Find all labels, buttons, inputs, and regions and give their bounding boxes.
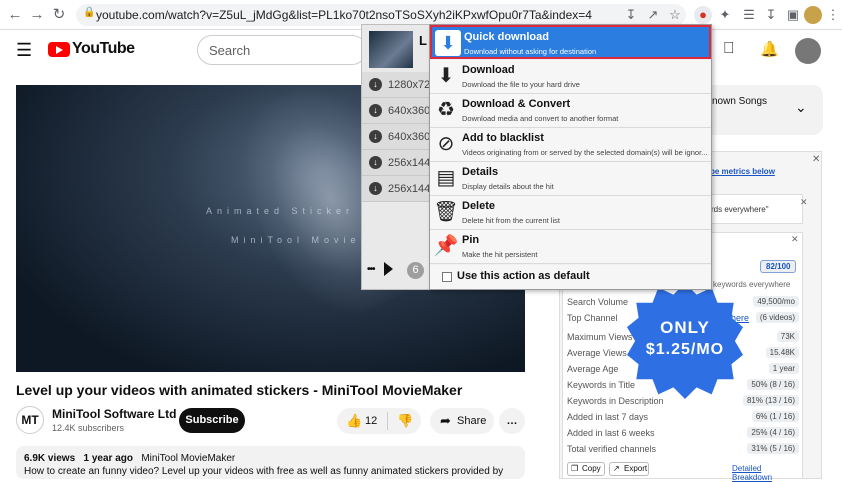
channel-name[interactable]: MiniTool Software Ltd: [52, 407, 176, 421]
download-arrow-icon: ↓: [369, 130, 382, 143]
extensions-puzzle-icon[interactable]: ✦: [716, 6, 734, 24]
hit-count-badge: 6: [407, 262, 424, 279]
share-page-icon[interactable]: ↗: [644, 6, 662, 24]
default-action-label: Use this action as default: [457, 270, 590, 282]
menu-item-quick-download[interactable]: ⬇ Quick download Download without asking…: [430, 25, 711, 59]
lock-icon: 🔒: [83, 7, 96, 18]
subscriber-count: 12.4K subscribers: [52, 423, 125, 433]
score-badge: 82/100: [760, 260, 797, 273]
keywords-chip: rds everywhere": [708, 194, 803, 224]
default-action-checkbox[interactable]: [442, 272, 452, 282]
menu-item-delete[interactable]: 🗑 Delete Delete hit from the current lis…: [430, 196, 711, 230]
hamburger-menu-icon[interactable]: ☰: [16, 40, 32, 61]
like-icon[interactable]: 👍: [346, 408, 362, 434]
subscribe-button[interactable]: Subscribe: [179, 408, 245, 433]
metric-row: Added in last 6 weeks 25% (4 / 16): [567, 426, 799, 442]
copy-button[interactable]: ❐ Copy: [567, 462, 605, 476]
search-input[interactable]: Search: [197, 35, 367, 65]
queue-icon[interactable]: ☰: [740, 6, 758, 24]
address-bar[interactable]: 🔒 youtube.com/watch?v=Z5uL_jMdGg&list=PL…: [76, 4, 686, 26]
more-actions-button[interactable]: …: [499, 408, 525, 434]
account-avatar[interactable]: [795, 38, 821, 64]
menu-item-details[interactable]: ▤ Details Display details about the hit: [430, 162, 711, 196]
metric-row: Added in last 7 days 6% (1 / 16): [567, 410, 799, 426]
hit-title-initial: L: [419, 33, 427, 48]
install-icon[interactable]: ↧: [622, 6, 640, 24]
download-hit-row[interactable]: ↓ 1280x72: [362, 72, 434, 98]
video-overlay-text-1: Animated Sticker: [206, 206, 355, 216]
more-options-icon[interactable]: •••: [367, 264, 375, 275]
youtube-logo-icon[interactable]: [48, 42, 70, 57]
bookmark-star-icon[interactable]: ☆: [666, 6, 684, 24]
share-button[interactable]: ➦ Share: [430, 408, 494, 434]
create-video-icon[interactable]: ⎕: [724, 40, 734, 58]
back-icon[interactable]: ←: [6, 6, 24, 24]
playlist-title: known Songs: [707, 96, 768, 107]
download-hit-row[interactable]: ↓ 256x144: [362, 176, 434, 202]
download-arrow-icon: ↓: [369, 104, 382, 117]
menu-item-download[interactable]: ⬇ Download Download the file to your har…: [430, 60, 711, 94]
download-icon: ⬇: [437, 65, 455, 87]
metric-row: Total verified channels 31% (5 / 16): [567, 442, 799, 458]
extension-downloader-icon[interactable]: ●: [694, 6, 712, 24]
share-icon: ➦: [440, 413, 451, 428]
profile-avatar[interactable]: [804, 6, 822, 24]
ke-tag: keywords everywhere: [713, 280, 791, 289]
export-button[interactable]: ↗ Export: [609, 462, 649, 476]
menu-item-pin[interactable]: 📌 Pin Make the hit persistent: [430, 230, 711, 264]
description-channel: MiniTool MovieMaker: [141, 453, 236, 464]
downloads-icon[interactable]: ↧: [762, 6, 780, 24]
download-hit-row[interactable]: ↓ 640x360: [362, 98, 434, 124]
url-text: youtube.com/watch?v=Z5uL_jMdGg&list=PL1k…: [96, 8, 592, 22]
pin-icon: 📌: [433, 235, 459, 257]
details-icon: ▤: [436, 167, 456, 189]
keywords-chip-text: rds everywhere": [711, 205, 769, 214]
menu-item-download-convert[interactable]: ♻ Download & Convert Download media and …: [430, 94, 711, 128]
sidebar-toggle-icon[interactable]: ▣: [784, 6, 802, 24]
chevron-down-icon[interactable]: ⌄: [795, 99, 807, 116]
download-hit-row[interactable]: ↓ 256x144: [362, 150, 434, 176]
play-arrow-icon[interactable]: [384, 262, 393, 276]
blacklist-icon: ⊘: [437, 133, 455, 155]
like-dislike-group: 👍 12 👎: [337, 408, 421, 434]
forward-icon[interactable]: →: [28, 6, 46, 24]
like-count: 12: [365, 415, 378, 427]
channel-avatar[interactable]: MT: [16, 406, 44, 434]
export-icon: ↗: [613, 464, 620, 473]
detailed-breakdown-link[interactable]: Detailed Breakdown: [732, 464, 802, 482]
copy-icon: ❐: [571, 464, 579, 473]
close-panel-icon[interactable]: ✕: [812, 154, 820, 165]
download-arrow-icon: ↓: [369, 156, 382, 169]
reload-icon[interactable]: ↻: [50, 6, 68, 24]
search-placeholder: Search: [209, 43, 251, 58]
notifications-bell-icon[interactable]: 🔔: [760, 40, 779, 58]
video-title: Level up your videos with animated stick…: [16, 382, 463, 398]
close-chip-icon[interactable]: ✕: [800, 197, 808, 208]
trash-icon: 🗑: [433, 201, 459, 223]
menu-item-add-to-blacklist[interactable]: ⊘ Add to blacklist Videos originating fr…: [430, 128, 711, 162]
description-meta: 6.9K views 1 year ago MiniTool MovieMake…: [24, 453, 235, 464]
download-hit-row[interactable]: ↓ 640x360: [362, 124, 434, 150]
view-count: 6.9K views: [24, 453, 76, 464]
browser-menu-icon[interactable]: ⋮: [824, 6, 842, 24]
hit-thumbnail: [369, 31, 413, 68]
youtube-logo-text[interactable]: YouTube: [72, 40, 135, 58]
share-label: Share: [457, 415, 487, 427]
like-divider: [387, 412, 388, 430]
close-card-icon[interactable]: ✕: [791, 234, 799, 245]
download-arrow-icon: ↓: [369, 182, 382, 195]
download-convert-icon: ♻: [437, 99, 455, 121]
price-badge-line-2: $1.25/MO: [645, 341, 725, 358]
dislike-icon[interactable]: 👎: [397, 408, 413, 434]
upload-age: 1 year ago: [83, 453, 133, 464]
quick-download-icon: ⬇: [435, 30, 461, 56]
price-badge-line-1: ONLY: [660, 318, 710, 337]
description-text: How to create an funny video? Level up y…: [24, 466, 504, 477]
download-arrow-icon: ↓: [369, 78, 382, 91]
metrics-link[interactable]: be metrics below: [710, 167, 775, 176]
